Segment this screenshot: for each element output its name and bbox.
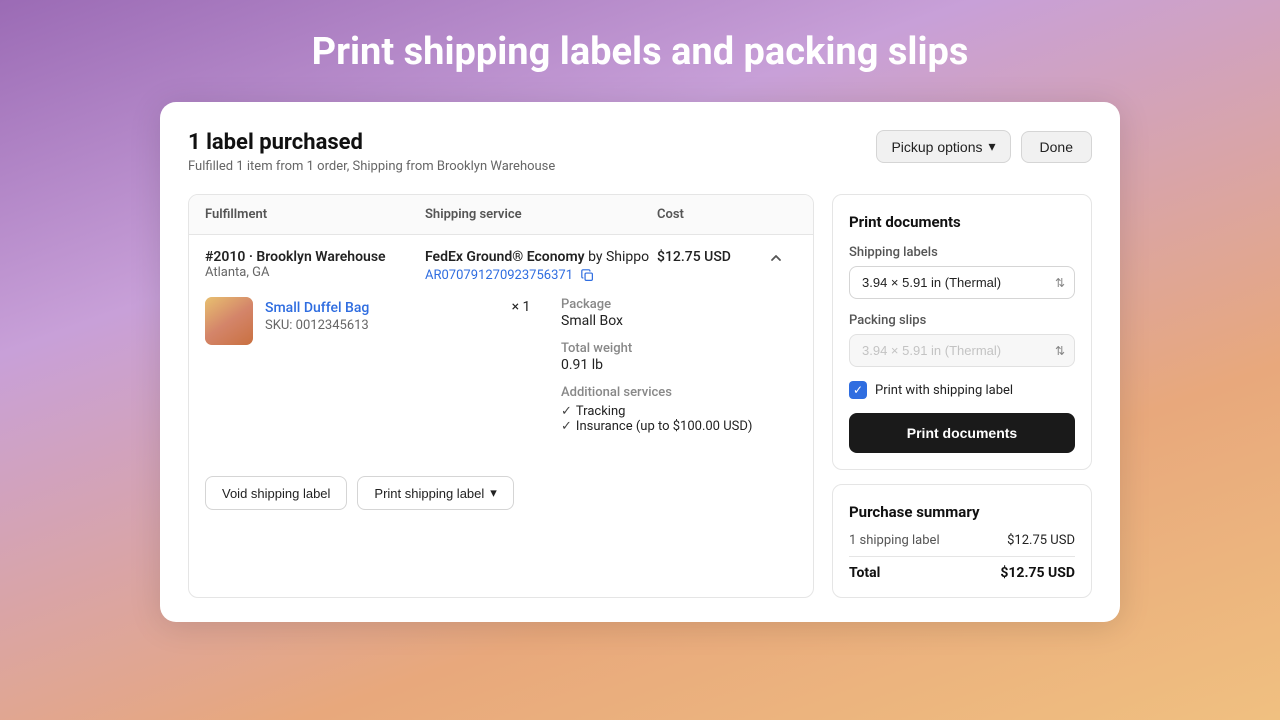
item-image-inner <box>205 297 253 345</box>
shipping-labels-label: Shipping labels <box>849 245 1075 260</box>
print-label-text: Print shipping label <box>374 486 484 501</box>
checkbox-check-icon: ✓ <box>853 384 863 396</box>
item-image <box>205 297 253 345</box>
done-button[interactable]: Done <box>1021 131 1092 163</box>
print-with-label-row: ✓ Print with shipping label <box>849 381 1075 399</box>
print-docs-card: Print documents Shipping labels 3.94 × 5… <box>832 194 1092 470</box>
col-cost: Cost <box>657 207 767 222</box>
fulfillment-row: #2010 · Brooklyn Warehouse Atlanta, GA F… <box>189 235 813 462</box>
fulfillment-id: #2010 · Brooklyn Warehouse <box>205 249 425 265</box>
main-card: 1 label purchased Fulfilled 1 item from … <box>160 102 1120 622</box>
check-icon-insurance: ✓ <box>561 419 572 434</box>
col-action <box>767 207 797 222</box>
fulfillment-id-col: #2010 · Brooklyn Warehouse Atlanta, GA <box>205 249 425 280</box>
pickup-options-label: Pickup options <box>891 139 982 155</box>
item-sku: SKU: 0012345613 <box>265 318 501 333</box>
shipping-service-name: FedEx Ground® Economy by Shippo <box>425 249 657 265</box>
weight-label: Total weight <box>561 341 797 356</box>
package-label: Package <box>561 297 797 312</box>
weight-section: Total weight 0.91 lb <box>561 341 797 373</box>
cost-cell: $12.75 USD <box>657 249 767 265</box>
summary-label-0: 1 shipping label <box>849 533 940 548</box>
item-qty: × 1 <box>501 299 541 315</box>
service-item-insurance: ✓ Insurance (up to $100.00 USD) <box>561 419 797 434</box>
item-package-info: Package Small Box Total weight 0.91 lb A… <box>561 297 797 446</box>
packing-slips-select-wrapper: 3.94 × 5.91 in (Thermal) ⇅ <box>849 334 1075 367</box>
card-header-left: 1 label purchased Fulfilled 1 item from … <box>188 130 555 174</box>
card-header: 1 label purchased Fulfilled 1 item from … <box>188 130 1092 174</box>
service-name-text: FedEx Ground® Economy <box>425 249 585 265</box>
print-docs-title: Print documents <box>849 213 1075 231</box>
chevron-down-icon-print: ▾ <box>490 485 497 501</box>
package-value: Small Box <box>561 313 797 329</box>
packing-slips-select[interactable]: 3.94 × 5.91 in (Thermal) <box>849 334 1075 367</box>
tracking-number: AR070791270923756371 <box>425 268 573 283</box>
summary-total-row: Total $12.75 USD <box>849 556 1075 581</box>
page-title: Print shipping labels and packing slips <box>312 30 969 74</box>
print-with-label-text: Print with shipping label <box>875 383 1013 398</box>
card-subtitle: Fulfilled 1 item from 1 order, Shipping … <box>188 159 555 174</box>
copy-icon[interactable] <box>581 269 594 282</box>
shipping-service-col: FedEx Ground® Economy by Shippo AR070791… <box>425 249 657 283</box>
shipping-labels-select[interactable]: 3.94 × 5.91 in (Thermal) <box>849 266 1075 299</box>
print-with-label-checkbox[interactable]: ✓ <box>849 381 867 399</box>
purchase-summary-title: Purchase summary <box>849 503 1075 521</box>
package-section: Package Small Box <box>561 297 797 329</box>
service-provider: by Shippo <box>588 249 649 265</box>
void-shipping-label-button[interactable]: Void shipping label <box>205 476 347 510</box>
item-details: Small Duffel Bag SKU: 0012345613 <box>265 297 501 333</box>
summary-total-value: $12.75 USD <box>1000 565 1075 581</box>
check-icon-tracking: ✓ <box>561 404 572 419</box>
summary-row-0: 1 shipping label $12.75 USD <box>849 533 1075 548</box>
print-documents-button[interactable]: Print documents <box>849 413 1075 453</box>
col-shipping-service: Shipping service <box>425 207 657 222</box>
service-item-tracking: ✓ Tracking <box>561 404 797 419</box>
action-buttons: Void shipping label Print shipping label… <box>189 476 813 526</box>
tracking-link[interactable]: AR070791270923756371 <box>425 268 657 283</box>
table-header: Fulfillment Shipping service Cost <box>189 195 813 235</box>
collapse-icon[interactable] <box>767 249 785 267</box>
label-purchased-title: 1 label purchased <box>188 130 555 155</box>
service-insurance-text: Insurance (up to $100.00 USD) <box>576 419 753 434</box>
summary-value-0: $12.75 USD <box>1007 533 1075 548</box>
fulfillment-row-header: #2010 · Brooklyn Warehouse Atlanta, GA F… <box>205 249 797 283</box>
print-shipping-label-button[interactable]: Print shipping label ▾ <box>357 476 513 510</box>
packing-slips-label: Packing slips <box>849 313 1075 328</box>
item-row: Small Duffel Bag SKU: 0012345613 × 1 Pac… <box>205 297 797 462</box>
summary-total-label: Total <box>849 565 880 581</box>
item-name-link[interactable]: Small Duffel Bag <box>265 300 369 316</box>
col-fulfillment: Fulfillment <box>205 207 425 222</box>
card-header-right: Pickup options ▾ Done <box>876 130 1092 163</box>
weight-value: 0.91 lb <box>561 357 797 373</box>
additional-services-section: Additional services ✓ Tracking ✓ Insuran… <box>561 385 797 434</box>
right-panel: Print documents Shipping labels 3.94 × 5… <box>832 194 1092 598</box>
shipping-labels-select-wrapper: 3.94 × 5.91 in (Thermal) ⇅ <box>849 266 1075 299</box>
service-tracking-text: Tracking <box>576 404 626 419</box>
pickup-options-button[interactable]: Pickup options ▾ <box>876 130 1010 163</box>
card-body: Fulfillment Shipping service Cost #2010 … <box>188 194 1092 598</box>
additional-services-label: Additional services <box>561 385 797 400</box>
fulfillment-panel: Fulfillment Shipping service Cost #2010 … <box>188 194 814 598</box>
purchase-summary-card: Purchase summary 1 shipping label $12.75… <box>832 484 1092 598</box>
chevron-down-icon: ▾ <box>989 138 996 155</box>
fulfillment-location: Atlanta, GA <box>205 265 425 280</box>
